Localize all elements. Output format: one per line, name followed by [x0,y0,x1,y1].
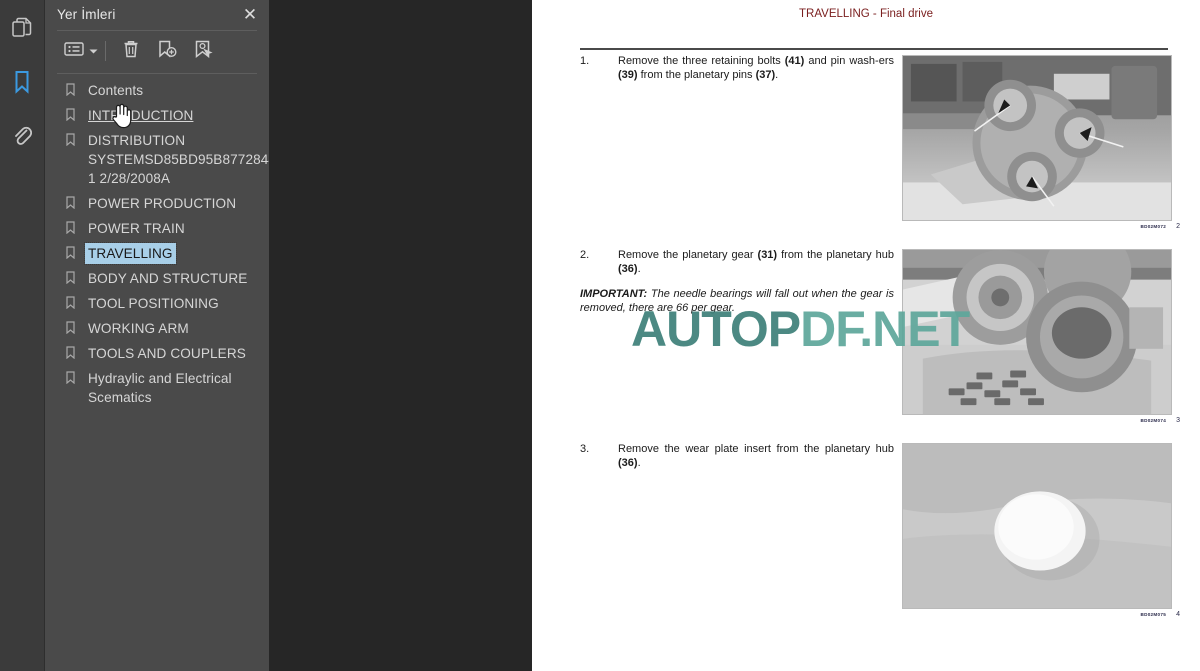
step-text-column: 1. Remove the three retaining bolts (41) … [580,55,902,245]
figure-photo [902,55,1172,221]
bookmarks-toolbar [45,31,269,71]
step-figure-column: BD02M074 3 [902,249,1182,439]
close-panel-button[interactable]: ✕ [241,6,259,23]
figure-code: BD02M074 [1140,418,1167,423]
list-options-button[interactable] [57,36,91,66]
bookmark-item[interactable]: BODY AND STRUCTURE [45,266,269,291]
step-text: Remove the wear plate insert from the pl… [618,443,894,469]
header-rule [580,48,1168,50]
figure-photo [902,249,1172,415]
options-caret[interactable] [87,36,99,66]
bookmark-item-label: INTRODUCTION [88,108,194,123]
delete-bookmark-button[interactable] [114,36,148,66]
page-thumbnails-icon [12,17,32,39]
bookmark-item-icon [61,105,79,121]
new-bookmark-button[interactable] [150,36,184,66]
step-figure-column: BD02M075 4 [902,443,1182,633]
figure: BD02M074 3 [902,249,1182,424]
select-bookmark-button[interactable] [186,36,220,66]
bookmark-item-label: TOOL POSITIONING [88,296,219,311]
step-body: 1. Remove the three retaining bolts (41) … [580,55,894,82]
bookmarks-panel-header: Yer İmleri ✕ [45,0,269,28]
page-content: 1. Remove the three retaining bolts (41) … [580,55,1182,671]
figure-number: 3 [1176,417,1180,424]
bookmark-item-icon [61,293,79,309]
bookmark-icon [13,70,31,94]
step-text: Remove the three retaining bolts (41) an… [618,55,894,81]
bookmark-item-label: TRAVELLING [84,242,177,265]
bookmark-item-icon [61,193,79,209]
bookmark-item[interactable]: TOOL POSITIONING [45,291,269,316]
step-number: 1. [580,55,590,67]
bookmark-list: Contents INTRODUCTION DISTRIBUTION SYSTEMS… [45,74,269,671]
step-body: 3. Remove the wear plate insert from the … [580,443,894,470]
bookmark-item[interactable]: TRAVELLING [45,241,269,266]
figure: BD02M072 2 [902,55,1182,230]
bookmark-item-icon [61,343,79,359]
bookmark-item-label: POWER PRODUCTION [88,196,237,211]
procedure-step: 3. Remove the wear plate insert from the … [580,443,1182,633]
step-body: 2. Remove the planetary gear (31) from th… [580,249,894,276]
figure-photo [902,443,1172,609]
trash-icon [122,39,140,64]
bookmark-item[interactable]: TOOLS AND COUPLERS [45,341,269,366]
bookmark-item[interactable]: Contents [45,78,269,103]
list-options-icon [64,41,84,62]
figure-number: 2 [1176,223,1180,230]
bookmark-item-icon [61,318,79,334]
bookmark-item-label: Contents [88,83,144,98]
step-text: Remove the planetary gear (31) from the … [618,249,894,275]
bookmark-item-label: DISTRIBUTION SYSTEMSD85BD95B87728447 1 2… [88,133,269,186]
step-number: 2. [580,249,590,261]
rail-bookmarks[interactable] [3,62,41,102]
bookmark-pointer-icon [193,39,213,64]
bookmark-item-label: WORKING ARM [88,321,189,336]
bookmark-item-label: POWER TRAIN [88,221,185,236]
figure-code: BD02M075 [1140,612,1167,617]
chevron-down-icon [89,42,98,60]
rail-attachments[interactable] [3,116,41,156]
bookmark-item-icon [61,368,79,384]
figure-caption: BD02M075 4 [902,611,1182,618]
bookmark-item-icon [61,80,79,96]
paperclip-icon [12,124,32,148]
step-number: 3. [580,443,590,455]
toolbar-divider [105,41,106,61]
figure-number: 4 [1176,611,1180,618]
bookmark-item[interactable]: POWER TRAIN [45,216,269,241]
procedure-step: 1. Remove the three retaining bolts (41) … [580,55,1182,245]
bookmark-item-icon [61,268,79,284]
bookmark-item-label: Hydraylic and Electrical Scematics [88,371,232,405]
bookmark-item-icon [61,243,79,259]
bookmark-item[interactable]: INTRODUCTION [45,103,269,128]
bookmark-plus-icon [157,39,177,64]
bookmark-item-icon [61,218,79,234]
bookmark-item[interactable]: WORKING ARM [45,316,269,341]
page-running-header: TRAVELLING - Final drive [799,8,933,20]
bookmark-item[interactable]: Hydraylic and Electrical Scematics [45,366,269,410]
bookmarks-panel: Yer İmleri ✕ Contents INTRODUCTION DISTR… [45,0,276,671]
important-note: IMPORTANT: The needle bearings will fall… [580,288,894,314]
bookmark-item[interactable]: DISTRIBUTION SYSTEMSD85BD95B87728447 1 2… [45,128,269,191]
figure-caption: BD02M074 3 [902,417,1182,424]
panel-title: Yer İmleri [57,6,116,22]
bookmark-item-icon [61,130,79,146]
step-text-column: 3. Remove the wear plate insert from the … [580,443,902,633]
figure: BD02M075 4 [902,443,1182,618]
rail-thumbnails[interactable] [3,8,41,48]
pdf-viewer[interactable]: TRAVELLING - Final drive 1. Remove the th… [269,0,1200,671]
step-text-column: 2. Remove the planetary gear (31) from th… [580,249,902,439]
step-figure-column: BD02M072 2 [902,55,1182,245]
figure-caption: BD02M072 2 [902,223,1182,230]
pdf-reader-window: Yer İmleri ✕ Contents INTRODUCTION DISTR… [0,0,1200,671]
pdf-page: TRAVELLING - Final drive 1. Remove the th… [532,0,1200,671]
left-icon-rail [0,0,45,671]
bookmark-item-label: BODY AND STRUCTURE [88,271,248,286]
bookmark-item[interactable]: POWER PRODUCTION [45,191,269,216]
figure-code: BD02M072 [1140,224,1167,229]
bookmark-item-label: TOOLS AND COUPLERS [88,346,246,361]
procedure-step: 2. Remove the planetary gear (31) from th… [580,249,1182,439]
